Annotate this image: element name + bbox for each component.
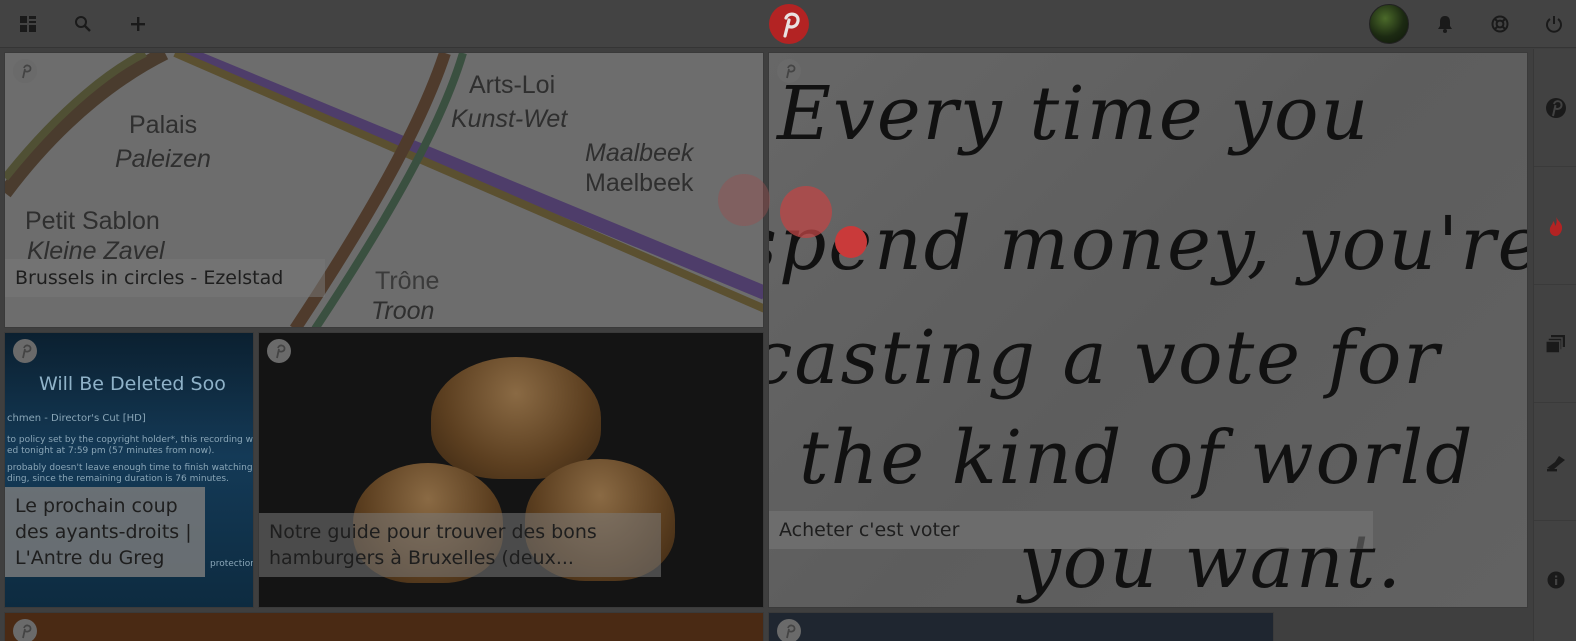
top-bar bbox=[0, 0, 1576, 48]
pin-icon[interactable] bbox=[267, 339, 291, 363]
note-line: Every time you bbox=[777, 71, 1371, 157]
map-label: Paleizen bbox=[115, 145, 211, 173]
pin-card-partial[interactable] bbox=[4, 612, 764, 641]
map-label: Kunst-Wet bbox=[451, 105, 568, 133]
grid-icon[interactable] bbox=[16, 12, 40, 36]
map-label: Trône bbox=[375, 267, 440, 295]
video-text: protection. bbox=[210, 559, 254, 569]
hint-dot[interactable] bbox=[835, 226, 867, 258]
burger-photo bbox=[431, 357, 601, 479]
map-label: Maelbeek bbox=[585, 169, 694, 197]
video-text: to policy set by the copyright holder*, … bbox=[7, 435, 254, 445]
pin-card-video[interactable]: Will Be Deleted Soo chmen - Director's C… bbox=[4, 332, 254, 608]
map-label: Arts-Loi bbox=[469, 71, 556, 99]
search-icon[interactable] bbox=[71, 12, 95, 36]
map-label: Maalbeek bbox=[585, 139, 694, 167]
note-line: casting a vote for bbox=[768, 315, 1441, 401]
bell-icon[interactable] bbox=[1433, 12, 1457, 36]
pin-card-map[interactable]: Palais Paleizen Petit Sablon Kleine Zave… bbox=[4, 52, 764, 328]
video-text: ding, since the remaining duration is 76… bbox=[7, 474, 229, 484]
map-label: Palais bbox=[129, 111, 198, 139]
pin-caption: Le prochain coup des ayants-droits | L'A… bbox=[5, 487, 205, 577]
note-line: spend money, you're bbox=[768, 201, 1528, 287]
pinterest-logo[interactable] bbox=[769, 4, 809, 44]
video-text: ed tonight at 7:59 pm (57 minutes from n… bbox=[7, 446, 215, 456]
video-subtitle: chmen - Director's Cut [HD] bbox=[7, 413, 146, 424]
power-icon[interactable] bbox=[1542, 12, 1566, 36]
pin-icon[interactable] bbox=[13, 59, 37, 83]
plus-icon[interactable] bbox=[126, 12, 150, 36]
pin-icon[interactable] bbox=[13, 339, 37, 363]
video-text: probably doesn't leave enough time to fi… bbox=[7, 463, 254, 473]
pin-card-partial[interactable] bbox=[768, 612, 1274, 641]
avatar[interactable] bbox=[1369, 4, 1409, 44]
boards-icon[interactable] bbox=[1534, 285, 1576, 403]
pin-caption: Notre guide pour trouver des bons hambur… bbox=[259, 513, 661, 577]
pin-tool-icon[interactable] bbox=[1534, 403, 1576, 521]
pin-icon[interactable] bbox=[777, 619, 801, 641]
pin-card-note[interactable]: Every time you spend money, you're casti… bbox=[768, 52, 1528, 608]
pin-icon[interactable] bbox=[777, 59, 801, 83]
pin-card-burger[interactable]: Notre guide pour trouver des bons hambur… bbox=[258, 332, 764, 608]
map-label: Petit Sablon bbox=[25, 207, 160, 235]
lifebuoy-icon[interactable] bbox=[1488, 12, 1512, 36]
video-title: Will Be Deleted Soo bbox=[39, 373, 226, 395]
pin-caption: Brussels in circles - Ezelstad bbox=[5, 259, 325, 297]
hint-pulse bbox=[718, 174, 770, 226]
note-line: the kind of world bbox=[799, 415, 1475, 501]
hint-pulse bbox=[780, 186, 832, 238]
pin-caption: Acheter c'est voter bbox=[769, 511, 1373, 549]
pin-icon[interactable] bbox=[13, 619, 37, 641]
map-label: Troon bbox=[371, 297, 435, 325]
flame-icon[interactable] bbox=[1534, 167, 1576, 285]
right-rail bbox=[1533, 49, 1576, 641]
info-icon[interactable] bbox=[1534, 521, 1576, 639]
pinterest-icon[interactable] bbox=[1534, 49, 1576, 167]
